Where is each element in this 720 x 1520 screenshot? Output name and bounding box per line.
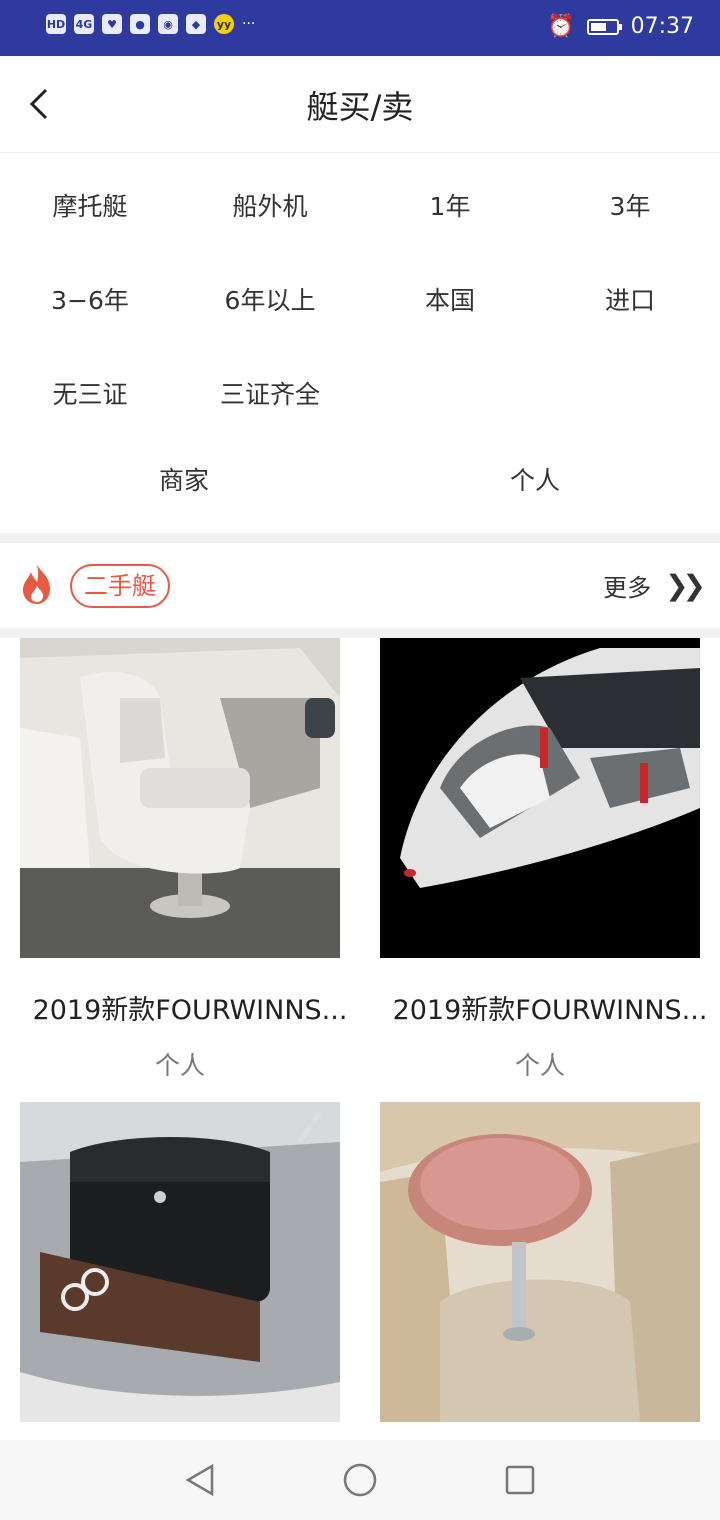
section-header: 二手艇 更多 ❯❯: [0, 544, 720, 628]
nav-back-icon[interactable]: [182, 1462, 218, 1498]
fire-icon: [23, 564, 50, 604]
status-icons: HD 4G ♥ ● ◉ ◆ yy ···: [46, 14, 255, 34]
listing-seller: 个人: [154, 1051, 205, 1080]
nav-header: 艇买/卖: [0, 56, 720, 153]
alarm-icon: ⏰: [547, 14, 575, 39]
listing-card[interactable]: 2019新款FOURWINNS... 个人: [20, 638, 347, 1080]
more-label: 更多: [603, 574, 652, 602]
filter-3-years[interactable]: 3年: [540, 187, 720, 223]
listing-photo[interactable]: [380, 638, 700, 958]
listing-photo[interactable]: [20, 638, 340, 958]
page-title: 艇买/卖: [306, 88, 414, 126]
listing-title: 2019新款FOURWINNS...: [392, 995, 708, 1026]
filter-jetski[interactable]: 摩托艇: [0, 187, 180, 223]
listing-seller: 个人: [514, 1051, 565, 1080]
listing-card[interactable]: [380, 1102, 700, 1426]
double-chevron-right-icon: ❯❯: [665, 569, 706, 602]
filter-no-certificates[interactable]: 无三证: [0, 375, 180, 411]
4g-signal-icon: 4G: [74, 14, 94, 34]
filter-individual[interactable]: 个人: [350, 461, 720, 497]
nav-recents-icon[interactable]: [502, 1462, 538, 1498]
hd-icon: HD: [46, 14, 66, 34]
section-divider-2: [0, 628, 720, 638]
system-nav-bar: [0, 1440, 720, 1520]
yy-icon: yy: [214, 14, 234, 34]
filter-6-plus-years[interactable]: 6年以上: [180, 281, 360, 317]
listing-photo[interactable]: [20, 1102, 340, 1422]
listing-card[interactable]: 2019新款FOURWINNS... 个人: [380, 638, 707, 1080]
category-badge: 二手艇: [70, 564, 170, 608]
battery-icon: [586, 18, 622, 35]
filter-imported[interactable]: 进口: [540, 281, 720, 317]
filter-merchant[interactable]: 商家: [0, 461, 368, 497]
map-app-icon: ◆: [186, 14, 206, 34]
filter-outboard[interactable]: 船外机: [180, 187, 360, 223]
section-divider: [0, 533, 720, 543]
listing-card[interactable]: [20, 1102, 340, 1426]
more-link[interactable]: 更多 ❯❯: [603, 568, 706, 603]
heart-app-icon: ♥: [102, 14, 122, 34]
nav-home-icon[interactable]: [342, 1462, 378, 1498]
filter-domestic[interactable]: 本国: [360, 281, 540, 317]
wechat-icon: ◉: [158, 14, 178, 34]
listing-photo[interactable]: [380, 1102, 700, 1422]
filter-1-year[interactable]: 1年: [360, 187, 540, 223]
baidu-icon: ●: [130, 14, 150, 34]
more-notifications: ···: [242, 16, 256, 32]
filter-panel: 摩托艇 船外机 1年 3年 3−6年 6年以上 本国 进口 无三证 三证齐全 商…: [0, 153, 720, 533]
listing-title: 2019新款FOURWINNS...: [32, 995, 348, 1026]
clock: 07:37: [630, 14, 694, 39]
filter-3-6-years[interactable]: 3−6年: [0, 281, 180, 317]
filter-all-certificates[interactable]: 三证齐全: [180, 375, 360, 411]
status-bar: HD 4G ♥ ● ◉ ◆ yy ··· ⏰ 07:37: [0, 0, 720, 56]
